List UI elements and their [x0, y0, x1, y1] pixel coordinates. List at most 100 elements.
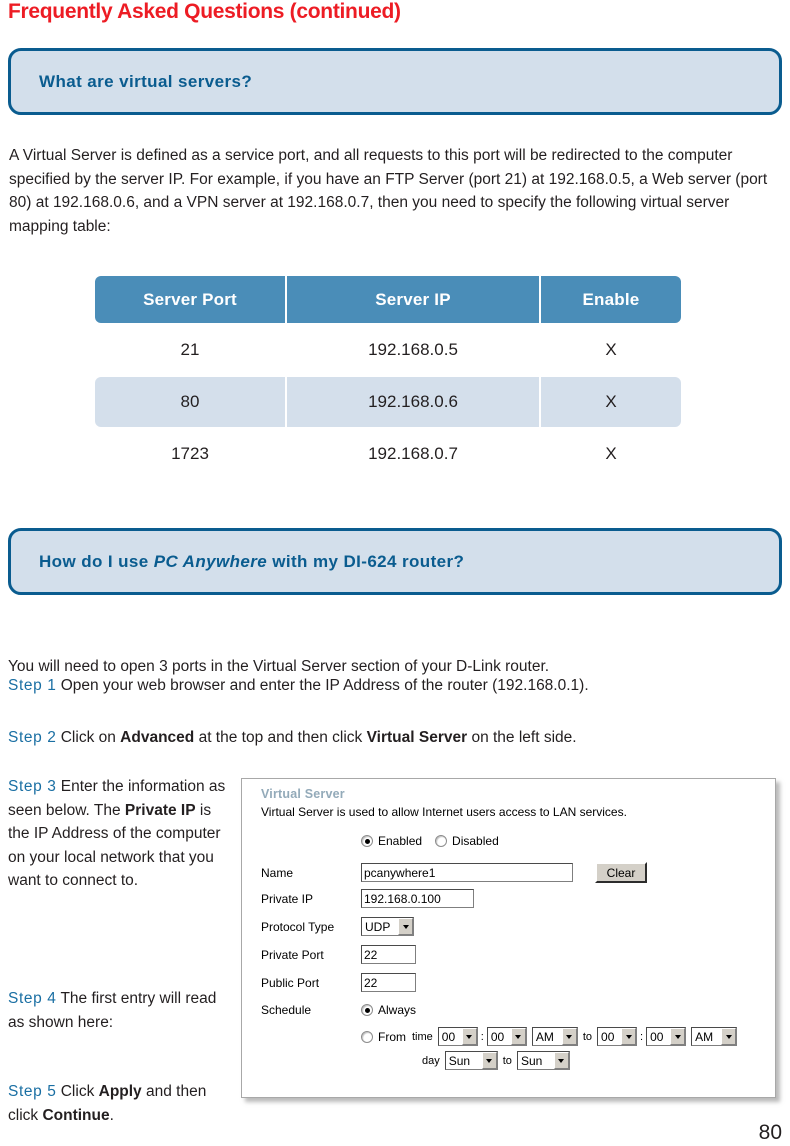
- chevron-down-icon[interactable]: [670, 1028, 686, 1045]
- schedule-day-label: day: [422, 1054, 440, 1067]
- router-panel-title: Virtual Server: [261, 787, 345, 801]
- chevron-down-icon[interactable]: [510, 1028, 526, 1045]
- from-ampm-select[interactable]: AM: [531, 1027, 578, 1046]
- step-1: Step 1 Open your web browser and enter t…: [8, 674, 788, 698]
- table-header-row: Server Port Server IP Enable: [95, 276, 681, 323]
- private-ip-input[interactable]: 192.168.0.100: [361, 889, 474, 908]
- router-virtual-server-config-panel: Virtual Server Virtual Server is used to…: [241, 778, 776, 1098]
- column-header-server-ip: Server IP: [287, 276, 539, 323]
- cell-enable: X: [541, 429, 681, 479]
- name-field-row: Name pcanywhere1 Clear: [261, 862, 647, 883]
- from-hour-value: 00: [441, 1029, 456, 1044]
- to-day-select[interactable]: Sun: [516, 1051, 570, 1070]
- to-minute-value: 00: [650, 1029, 664, 1044]
- step-1-label: Step 1: [8, 677, 57, 694]
- time-to-label: to: [582, 1030, 593, 1043]
- time-colon-2: :: [640, 1030, 644, 1043]
- private-ip-field-row: Private IP 192.168.0.100: [261, 889, 474, 908]
- step-5-label: Step 5: [8, 1083, 57, 1100]
- step-1-text: Open your web browser and enter the IP A…: [60, 677, 589, 694]
- from-minute-select[interactable]: 00: [486, 1027, 527, 1046]
- chevron-down-icon[interactable]: [621, 1028, 637, 1045]
- enabled-radio-label: Enabled: [378, 834, 423, 848]
- chevron-down-icon[interactable]: [398, 918, 413, 935]
- disabled-radio[interactable]: [435, 835, 448, 847]
- step-4: Step 4 The first entry will read as show…: [8, 987, 226, 1034]
- from-minute-value: 00: [490, 1029, 505, 1044]
- cell-server-ip: 192.168.0.5: [287, 325, 539, 375]
- chevron-down-icon[interactable]: [481, 1052, 497, 1069]
- to-hour-value: 00: [601, 1029, 615, 1044]
- to-day-value: Sun: [520, 1053, 543, 1068]
- public-port-input[interactable]: 22: [361, 973, 416, 992]
- faq-question-2-italic: PC Anywhere: [153, 551, 268, 571]
- schedule-from-radio[interactable]: [361, 1030, 373, 1043]
- cell-server-ip: 192.168.0.6: [287, 377, 539, 427]
- faq-question-banner-virtual-servers: What are virtual servers?: [8, 48, 782, 115]
- step-3: Step 3 Enter the information as seen bel…: [8, 775, 226, 893]
- step-2-bold-advanced: Advanced: [120, 729, 195, 746]
- step-3-label: Step 3: [8, 778, 57, 795]
- table-row: 80 192.168.0.6 X: [95, 377, 681, 427]
- schedule-from-label: From: [378, 1029, 406, 1044]
- step-4-label: Step 4: [8, 990, 57, 1007]
- cell-enable: X: [541, 325, 681, 375]
- public-port-label: Public Port: [261, 975, 320, 990]
- schedule-always-radio[interactable]: [361, 1004, 373, 1016]
- step-2-label: Step 2: [8, 729, 57, 746]
- from-ampm-value: AM: [535, 1029, 554, 1044]
- time-colon-1: :: [480, 1030, 484, 1043]
- schedule-time-label: time: [412, 1030, 433, 1043]
- to-hour-select[interactable]: 00: [597, 1027, 638, 1046]
- chevron-down-icon[interactable]: [553, 1052, 569, 1069]
- from-day-select[interactable]: Sun: [444, 1051, 498, 1070]
- router-panel-subtitle: Virtual Server is used to allow Internet…: [261, 805, 627, 819]
- page-number: 80: [758, 1121, 782, 1144]
- step-2-bold-virtual-server: Virtual Server: [366, 729, 468, 746]
- schedule-from-time-row: From time 00 : 00 AM to 00 : 00 AM: [261, 1027, 738, 1046]
- faq-question-banner-pc-anywhere: How do I use PC Anywhere with my DI-624 …: [8, 528, 782, 595]
- protocol-type-select[interactable]: UDP: [361, 917, 414, 936]
- step-5-bold-apply: Apply: [98, 1083, 142, 1100]
- step-5-text-e: .: [109, 1106, 114, 1124]
- protocol-type-value: UDP: [365, 919, 391, 934]
- from-day-value: Sun: [448, 1053, 471, 1068]
- step-2: Step 2 Click on Advanced at the top and …: [8, 726, 788, 750]
- step-5: Step 5 Click Apply and then click Contin…: [8, 1080, 226, 1127]
- chevron-down-icon[interactable]: [461, 1028, 477, 1045]
- faq-question-2-prefix: How do I use: [39, 551, 154, 571]
- chevron-down-icon[interactable]: [721, 1028, 737, 1045]
- from-hour-select[interactable]: 00: [437, 1027, 478, 1046]
- private-port-input[interactable]: 22: [361, 945, 416, 964]
- private-ip-field-label: Private IP: [261, 891, 314, 906]
- step-2-text-c: at the top and then click: [194, 729, 367, 746]
- clear-button[interactable]: Clear: [595, 862, 647, 883]
- enabled-radio[interactable]: [361, 835, 373, 847]
- to-ampm-select[interactable]: AM: [691, 1027, 738, 1046]
- to-minute-select[interactable]: 00: [646, 1027, 687, 1046]
- faq-question-text: What are virtual servers?: [11, 72, 252, 92]
- virtual-server-mapping-table: Server Port Server IP Enable 21 192.168.…: [93, 274, 683, 481]
- step-2-text-a: Click on: [60, 729, 121, 746]
- faq-question-text: How do I use PC Anywhere with my DI-624 …: [11, 552, 464, 572]
- schedule-always-label: Always: [378, 1003, 417, 1017]
- faq-question-1-label: What are virtual servers?: [39, 71, 253, 91]
- column-header-server-port: Server Port: [95, 276, 285, 323]
- cell-server-ip: 192.168.0.7: [287, 429, 539, 479]
- day-to-label: to: [502, 1054, 512, 1067]
- table-row: 1723 192.168.0.7 X: [95, 429, 681, 479]
- column-header-enable: Enable: [541, 276, 681, 323]
- schedule-label: Schedule: [261, 1003, 312, 1017]
- virtual-server-paragraph: A Virtual Server is defined as a service…: [9, 147, 768, 235]
- disabled-radio-label: Disabled: [452, 834, 499, 848]
- table-row: 21 192.168.0.5 X: [95, 325, 681, 375]
- faq-question-2-suffix: with my DI-624 router?: [267, 551, 465, 571]
- name-input[interactable]: pcanywhere1: [361, 863, 573, 882]
- public-port-field-row: Public Port 22: [261, 973, 416, 992]
- step-5-bold-continue: Continue: [42, 1106, 110, 1124]
- cell-server-port: 1723: [95, 429, 285, 479]
- chevron-down-icon[interactable]: [561, 1028, 577, 1045]
- schedule-day-row: day Sun to Sun: [422, 1051, 570, 1070]
- to-ampm-value: AM: [695, 1029, 714, 1044]
- schedule-always-row: Schedule Always: [261, 1003, 429, 1017]
